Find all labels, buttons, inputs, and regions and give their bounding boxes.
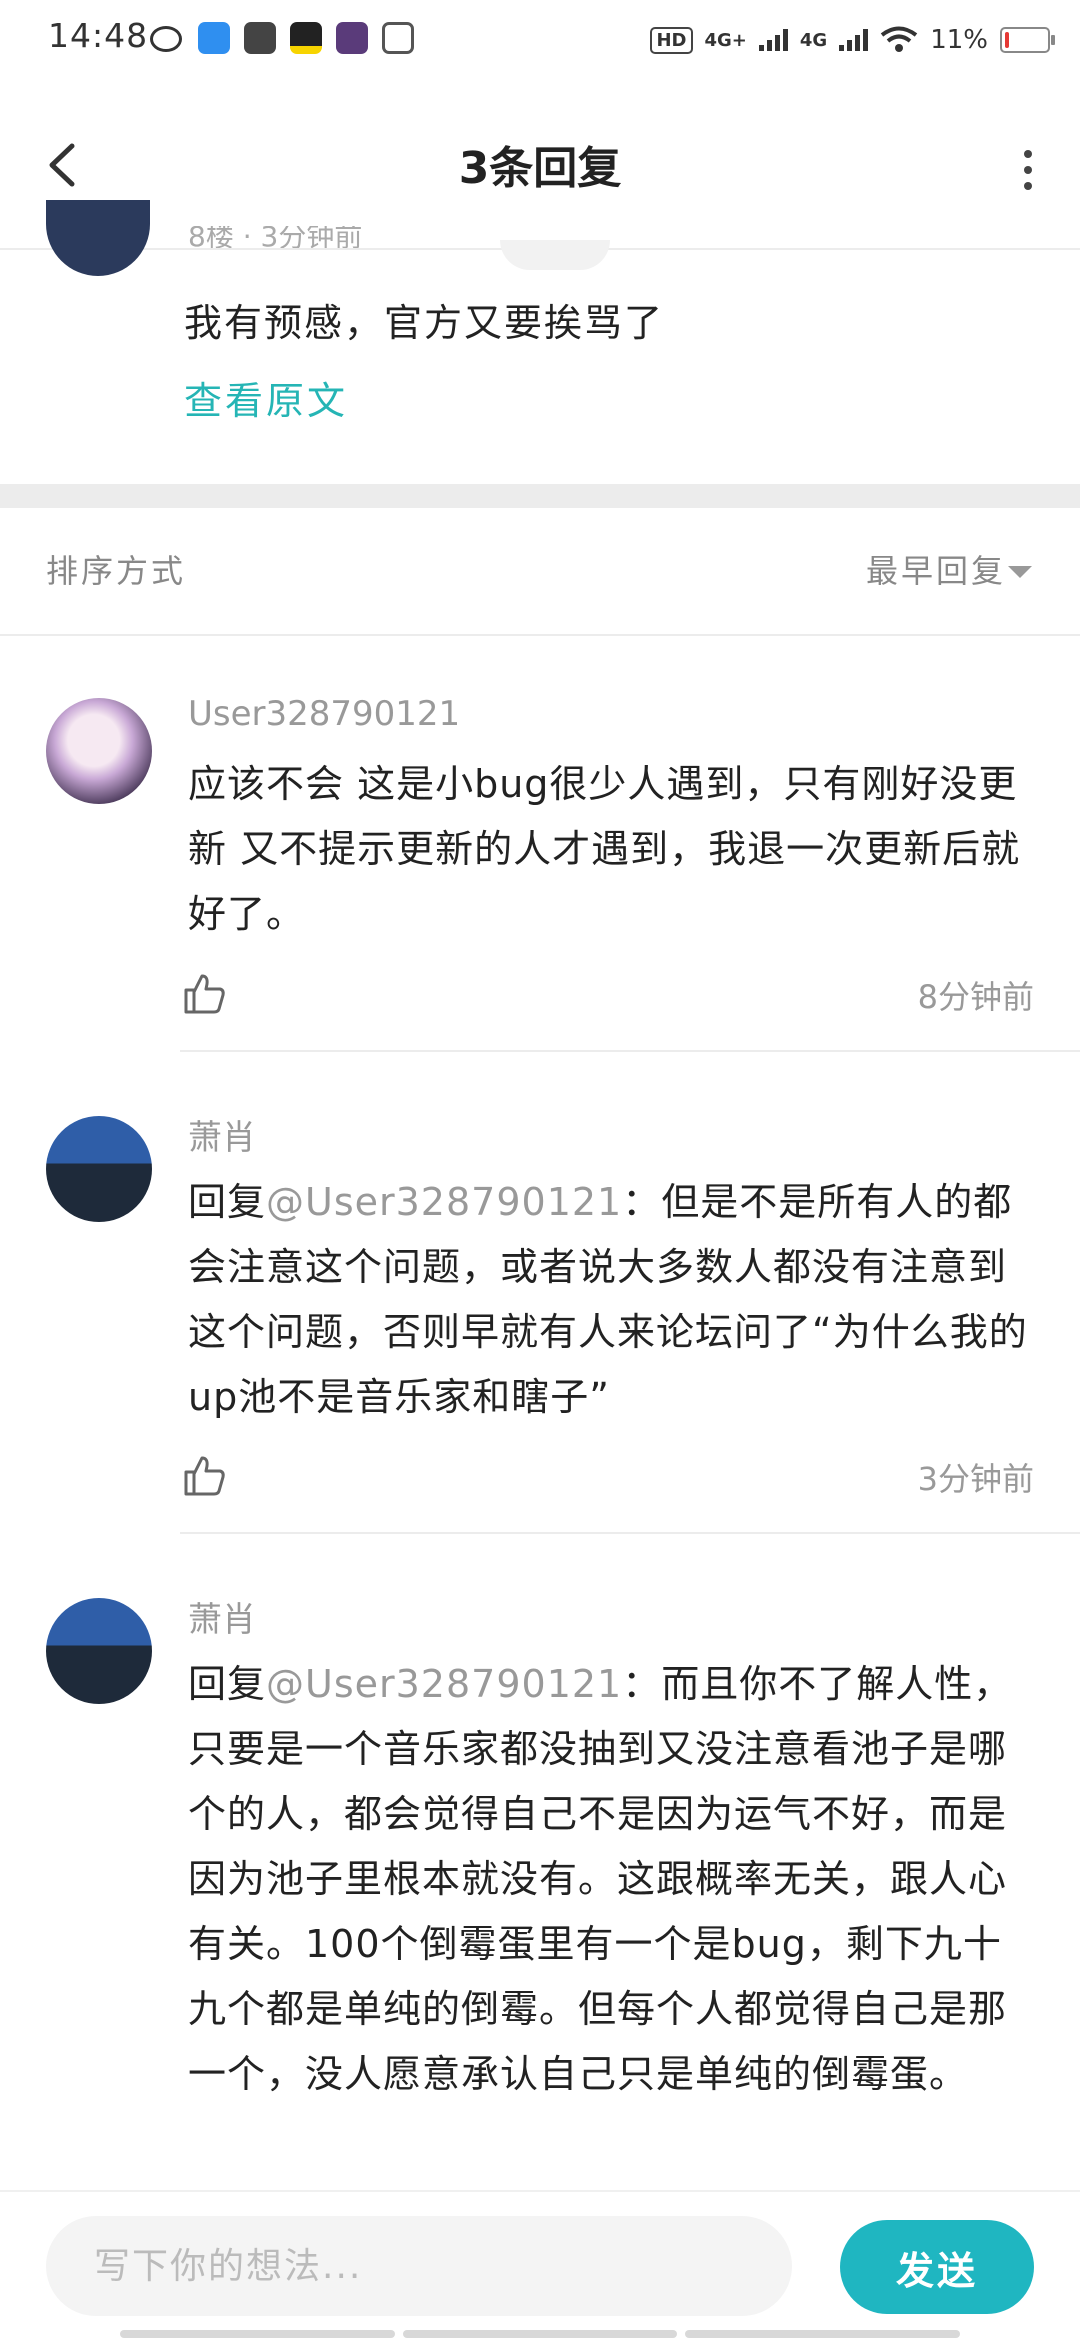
- game-icon: [244, 22, 276, 54]
- thumbs-up-icon[interactable]: [180, 970, 228, 1018]
- reply-prefix: 回复: [188, 1180, 267, 1224]
- send-button[interactable]: 发送: [840, 2220, 1034, 2314]
- weibo-icon: [150, 26, 182, 52]
- battery-percent: 11%: [930, 25, 988, 55]
- hd-badge: HD: [650, 26, 693, 54]
- reply-text: 回复@User328790121：但是不是所有人的都会注意这个问题，或者说大多数…: [188, 1170, 1038, 1430]
- original-post-text: 我有预感，官方又要挨骂了: [184, 301, 665, 345]
- comment-input[interactable]: [46, 2216, 792, 2316]
- avatar[interactable]: [46, 698, 152, 804]
- reply-time: 8分钟前: [917, 978, 1034, 1016]
- home-indicator: [120, 2330, 961, 2338]
- more-menu-icon[interactable]: [1016, 150, 1040, 194]
- reply-body: ：而且你不了解人性，只要是一个音乐家都没抽到又没注意看池子是哪个的人，都会觉得自…: [188, 1662, 1013, 2096]
- reply-username[interactable]: User328790121: [188, 694, 460, 734]
- thumbs-up-icon[interactable]: [180, 1452, 228, 1500]
- caret-down-icon[interactable]: [1008, 566, 1032, 578]
- signal-icon-2: [839, 29, 869, 51]
- k-app-icon: [336, 22, 368, 54]
- wifi-icon: [880, 26, 918, 52]
- reply-username[interactable]: 萧肖: [188, 1110, 256, 1159]
- z-app-icon: [382, 22, 414, 54]
- composer-bar: 发送: [0, 2190, 1080, 2342]
- original-post-avatar[interactable]: [46, 200, 150, 276]
- original-post-meta: 8楼 · 3分钟前: [188, 226, 363, 248]
- page-title: 3条回复: [458, 143, 622, 194]
- reply-divider: [180, 1050, 1080, 1052]
- status-bar: 14:48 HD 4G+ 4G 11%: [0, 0, 1080, 80]
- reply-prefix: 回复: [188, 1662, 267, 1706]
- status-time: 14:48: [48, 16, 149, 55]
- avatar[interactable]: [46, 1598, 152, 1704]
- reply-text: 回复@User328790121：而且你不了解人性，只要是一个音乐家都没抽到又没…: [188, 1652, 1038, 2107]
- status-indicators: HD 4G+ 4G 11%: [650, 18, 1055, 62]
- signal-icon-1: [758, 29, 788, 51]
- section-divider: [0, 484, 1080, 508]
- nav-bar: 3条回复: [0, 80, 1080, 250]
- sort-row: 排序方式 最早回复: [0, 508, 1080, 636]
- reply-divider: [180, 1532, 1080, 1534]
- reply-username[interactable]: 萧肖: [188, 1592, 256, 1641]
- wifi-app-icon: [198, 22, 230, 54]
- battery-icon: [1000, 27, 1055, 53]
- news-icon: [290, 22, 322, 54]
- mention-link[interactable]: @User328790121: [266, 1662, 622, 1706]
- sort-dropdown[interactable]: 最早回复: [866, 546, 1006, 592]
- battery-fill: [1005, 32, 1009, 48]
- sort-label: 排序方式: [46, 552, 187, 590]
- reply-text: 应该不会 这是小bug很少人遇到，只有刚好没更新 又不提示更新的人才遇到，我退一…: [188, 762, 1021, 936]
- view-original-link[interactable]: 查看原文: [184, 370, 348, 425]
- mention-link[interactable]: @User328790121: [266, 1180, 622, 1224]
- network-label-2: 4G: [799, 29, 828, 51]
- avatar[interactable]: [46, 1116, 152, 1222]
- network-label-1: 4G+: [704, 29, 747, 51]
- reply-time: 3分钟前: [917, 1460, 1034, 1498]
- original-post-shadow: [500, 240, 610, 270]
